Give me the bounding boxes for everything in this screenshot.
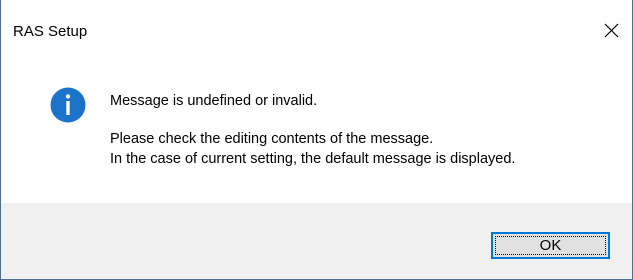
title-bar: RAS Setup [1,0,632,40]
close-button[interactable] [590,16,632,46]
window-title: RAS Setup [13,23,88,40]
message-line-primary: Message is undefined or invalid. [110,93,318,109]
message-line-detail-1: Please check the editing contents of the… [110,131,434,147]
ok-button[interactable]: OK [491,232,610,259]
info-icon [50,87,86,123]
ok-button-label: OK [539,237,562,254]
close-x-icon [604,23,619,38]
button-bar: OK [1,203,632,279]
message-dialog: RAS Setup Message is undefined or invali… [0,0,633,280]
message-line-detail-2: In the case of current setting, the defa… [110,151,516,167]
message-area: Message is undefined or invalid. Please … [1,47,632,203]
